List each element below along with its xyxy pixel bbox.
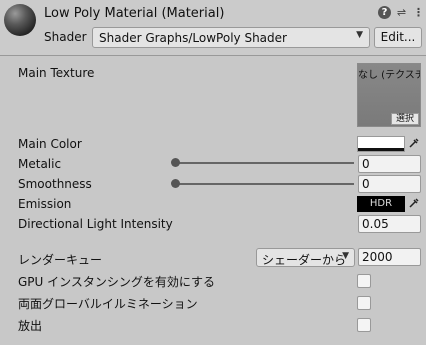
directional-light-label: Directional Light Intensity [18,217,173,231]
emission-color-swatch[interactable]: HDR [357,196,405,212]
render-queue-value-field[interactable]: 2000 [358,248,421,266]
help-icon[interactable]: ? [378,6,391,19]
smoothness-slider-handle[interactable] [171,179,180,188]
emission-label: Emission [18,197,72,211]
emission-flag-label: 放出 [18,319,43,333]
material-header: Low Poly Material (Material) ? ⇌ ⋮ Shade… [0,0,426,56]
metallic-slider-handle[interactable] [171,158,180,167]
gpu-instancing-checkbox[interactable] [357,274,371,288]
material-title: Low Poly Material (Material) [44,6,225,21]
context-menu-icon[interactable]: ⋮ [412,6,425,19]
material-preview-sphere [4,4,36,36]
main-color-label: Main Color [18,137,82,151]
main-texture-label: Main Texture [18,66,95,80]
double-sided-gi-checkbox[interactable] [357,296,371,310]
smoothness-value-field[interactable]: 0 [358,175,421,193]
chevron-down-icon: ▼ [342,251,349,261]
preset-icon[interactable]: ⇌ [395,6,408,19]
shader-label: Shader [44,30,87,44]
render-queue-dropdown[interactable]: シェーダーから ▼ [256,248,355,267]
directional-light-value-field[interactable]: 0.05 [358,215,421,233]
emission-flag-checkbox[interactable] [357,318,371,332]
shader-dropdown[interactable]: Shader Graphs/LowPoly Shader ▼ [92,27,370,48]
eyedropper-icon[interactable] [407,197,421,211]
main-texture-slot[interactable]: なし (テクスチャ) 選択 [357,63,421,127]
shader-dropdown-value: Shader Graphs/LowPoly Shader [99,31,287,45]
edit-shader-button[interactable]: Edit... [374,27,422,48]
render-queue-dropdown-value: シェーダーから [262,253,347,267]
texture-none-text: なし (テクスチャ) [358,70,420,81]
metallic-slider-track[interactable] [176,162,354,164]
render-queue-label: レンダーキュー [18,253,103,267]
double-sided-gi-label: 両面グローバルイルミネーション [18,297,198,311]
chevron-down-icon: ▼ [356,30,363,40]
metallic-label: Metalic [18,157,62,171]
smoothness-slider-track[interactable] [176,183,354,185]
metallic-value-field[interactable]: 0 [358,155,421,173]
main-color-swatch[interactable] [357,136,405,152]
texture-select-button[interactable]: 選択 [391,113,419,125]
alpha-bar [358,148,404,151]
eyedropper-icon[interactable] [407,137,421,151]
gpu-instancing-label: GPU インスタンシングを有効にする [18,275,216,289]
smoothness-label: Smoothness [18,177,92,191]
